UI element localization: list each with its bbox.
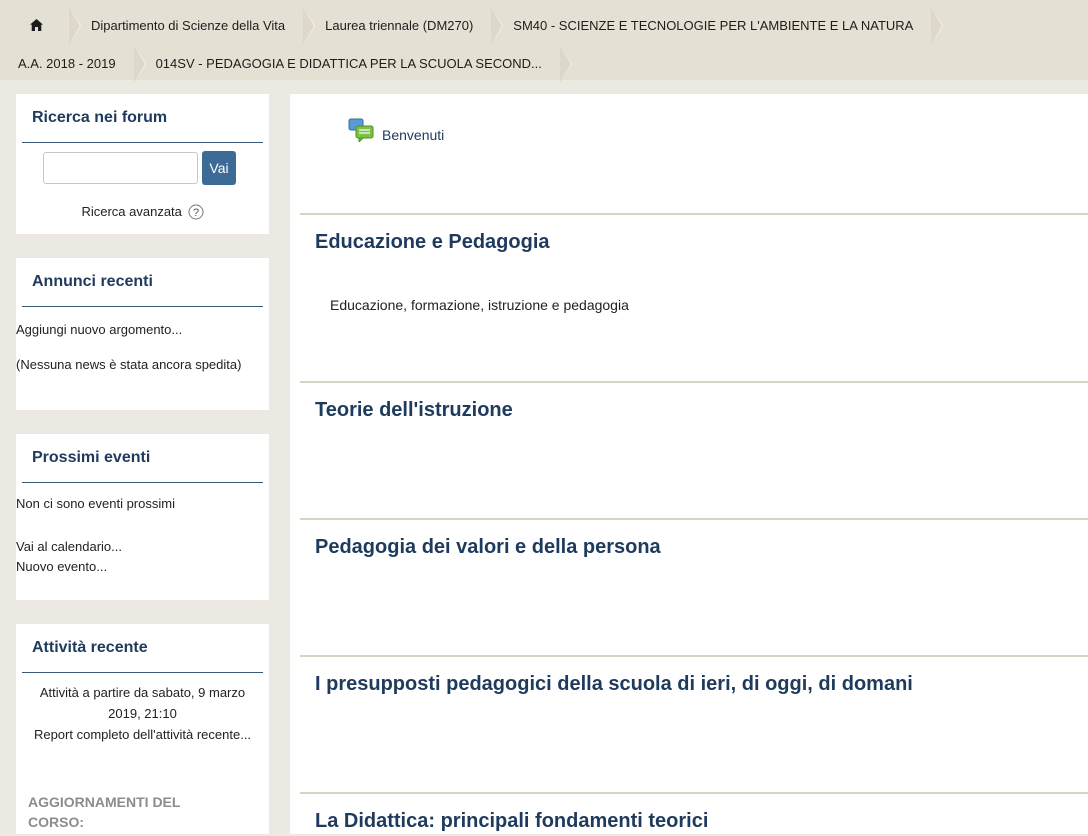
course-updates-heading: AGGIORNAMENTI DEL CORSO: — [28, 794, 181, 830]
search-input[interactable] — [43, 152, 198, 184]
search-button[interactable]: Vai — [202, 151, 236, 185]
section-title[interactable]: La Didattica: principali fondamenti teor… — [315, 810, 708, 833]
events-title: Prossimi eventi — [22, 434, 263, 483]
breadcrumb-academic-year[interactable]: A.A. 2018 - 2019 — [0, 45, 146, 83]
news-empty-text: (Nessuna news è stata ancora spedita) — [16, 357, 242, 372]
advanced-search-link[interactable]: Ricerca avanzata — [81, 204, 181, 219]
breadcrumb-degree-course[interactable]: SM40 - SCIENZE E TECNOLOGIE PER L'AMBIEN… — [491, 7, 944, 45]
breadcrumb: Dipartimento di Scienze della Vita Laure… — [0, 0, 1088, 83]
home-icon — [30, 19, 43, 31]
forum-link-label[interactable]: Benvenuti — [382, 127, 444, 143]
svg-text:?: ? — [192, 207, 198, 219]
help-icon[interactable]: ? — [188, 204, 204, 220]
course-section: La Didattica: principali fondamenti teor… — [300, 792, 1088, 836]
activity-title: Attività recente — [22, 624, 263, 673]
breadcrumb-row-2: A.A. 2018 - 2019 014SV - PEDAGOGIA E DID… — [0, 45, 573, 83]
news-block: Annunci recenti Aggiungi nuovo argomento… — [16, 258, 269, 410]
add-topic-link[interactable]: Aggiungi nuovo argomento... — [16, 320, 182, 339]
search-forums-block: Ricerca nei forum Vai Ricerca avanzata ? — [16, 94, 269, 234]
breadcrumb-course[interactable]: 014SV - PEDAGOGIA E DIDATTICA PER LA SCU… — [134, 45, 573, 83]
new-event-link[interactable]: Nuovo evento... — [16, 557, 107, 576]
section-summary: Educazione, formazione, istruzione e ped… — [330, 297, 629, 313]
course-section: Educazione e Pedagogia Educazione, forma… — [300, 213, 1088, 383]
course-section: Teorie dell'istruzione — [300, 381, 1088, 520]
breadcrumb-home[interactable] — [0, 7, 81, 45]
events-empty-text: Non ci sono eventi prossimi — [16, 496, 175, 511]
section-title[interactable]: I presupposti pedagogici della scuola di… — [315, 673, 913, 696]
breadcrumb-degree-type[interactable]: Laurea triennale (DM270) — [303, 7, 504, 45]
breadcrumb-row-1: Dipartimento di Scienze della Vita Laure… — [0, 7, 944, 45]
course-section: Pedagogia dei valori e della persona — [300, 518, 1088, 657]
forum-icon — [348, 118, 374, 142]
section-title[interactable]: Educazione e Pedagogia — [315, 231, 550, 254]
activity-report-link[interactable]: Report completo dell'attività recente... — [26, 724, 259, 745]
forum-benvenuti-link[interactable]: Benvenuti — [348, 117, 444, 143]
search-form: Vai — [43, 151, 236, 185]
calendar-link[interactable]: Vai al calendario... — [16, 537, 122, 556]
news-title: Annunci recenti — [22, 258, 263, 307]
section-title[interactable]: Pedagogia dei valori e della persona — [315, 536, 661, 559]
course-content: Benvenuti Educazione e Pedagogia Educazi… — [290, 94, 1088, 834]
activity-block: Attività recente Attività a partire da s… — [16, 624, 269, 834]
section-title[interactable]: Teorie dell'istruzione — [315, 399, 513, 422]
course-section: I presupposti pedagogici della scuola di… — [300, 655, 1088, 794]
events-block: Prossimi eventi Non ci sono eventi pross… — [16, 434, 269, 600]
breadcrumb-department[interactable]: Dipartimento di Scienze della Vita — [69, 7, 316, 45]
search-forums-title: Ricerca nei forum — [22, 94, 263, 143]
activity-since-text: Attività a partire da sabato, 9 marzo 20… — [39, 685, 246, 721]
advanced-search: Ricerca avanzata ? — [16, 204, 269, 220]
